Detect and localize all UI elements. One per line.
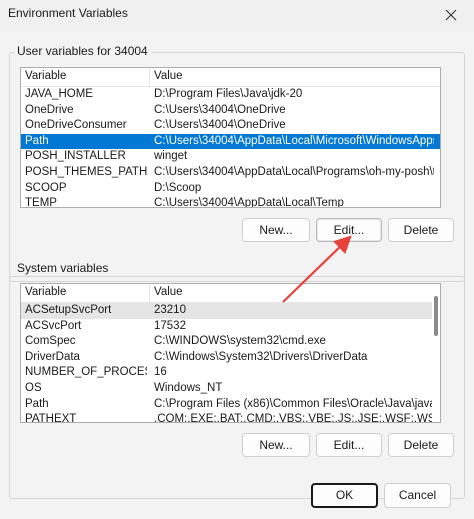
table-row[interactable]: Path C:\Program Files (x86)\Common Files\… (21, 397, 440, 413)
variable-name-cell: ComSpec (25, 335, 76, 348)
variable-name-cell: OneDrive (25, 103, 74, 116)
user-edit-button[interactable]: Edit... (316, 218, 382, 242)
close-icon (445, 9, 457, 21)
system-list-header: Variable Value (21, 284, 440, 303)
variable-name-cell: POSH_THEMES_PATH (25, 166, 147, 178)
system-header-value[interactable]: Value (154, 286, 183, 298)
table-row[interactable]: OS Windows_NT (21, 381, 440, 397)
table-row[interactable]: PATHEXT .COM;.EXE;.BAT;.CMD;.VBS;.VBE;.JS… (21, 412, 440, 423)
variable-value-cell: C:\Users\34004\OneDrive (154, 119, 286, 132)
variable-value-cell: D:\Program Files\Java\jdk-20 (154, 88, 303, 100)
table-row[interactable]: NUMBER_OF_PROCESSORS 16 (21, 365, 440, 381)
title-bar: Environment Variables (0, 0, 474, 30)
ok-button[interactable]: OK (311, 483, 378, 508)
user-variables-label: User variables for 34004 (14, 44, 151, 58)
user-list-header: Variable Value (21, 68, 440, 87)
table-row[interactable]: JAVA_HOME D:\Program Files\Java\jdk-20 (21, 87, 440, 103)
table-row[interactable]: SCOOP D:\Scoop (21, 181, 440, 197)
window-title: Environment Variables (8, 6, 128, 20)
user-header-divider (149, 68, 150, 86)
variable-value-cell: C:\WINDOWS\system32\cmd.exe (154, 335, 326, 348)
table-row[interactable]: TEMP C:\Users\34004\AppData\Local\Temp (21, 196, 440, 208)
system-scroll-thumb[interactable] (434, 296, 438, 336)
system-header-divider (149, 284, 150, 302)
system-variables-label: System variables (14, 261, 112, 275)
user-header-value[interactable]: Value (154, 70, 183, 82)
variable-name-cell: JAVA_HOME (25, 88, 93, 100)
variable-name-cell: SCOOP (25, 181, 67, 194)
table-row[interactable]: ACSetupSvcPort 23210 (21, 303, 440, 319)
table-row[interactable]: DriverData C:\Windows\System32\Drivers\Dr… (21, 350, 440, 366)
user-new-button[interactable]: New... (242, 218, 310, 242)
system-edit-button[interactable]: Edit... (316, 433, 382, 457)
user-delete-button[interactable]: Delete (388, 218, 454, 242)
table-row[interactable]: ACSvcPort 17532 (21, 319, 440, 335)
variable-name-cell: Path (25, 397, 49, 410)
user-variables-list[interactable]: Variable Value JAVA_HOME D:\Program Files… (20, 67, 441, 208)
user-header-variable[interactable]: Variable (25, 70, 66, 82)
table-row[interactable]: ComSpec C:\WINDOWS\system32\cmd.exe (21, 334, 440, 350)
table-row[interactable]: OneDrive C:\Users\34004\OneDrive (21, 103, 440, 119)
dialog-body: User variables for 34004 Variable Value … (0, 30, 474, 519)
system-header-variable[interactable]: Variable (25, 286, 66, 298)
variable-value-cell: C:\Windows\System32\Drivers\DriverData (154, 350, 368, 363)
variable-name-cell: TEMP (25, 197, 57, 208)
variable-name-cell: PATHEXT (25, 413, 77, 423)
variable-name-cell: DriverData (25, 350, 80, 363)
variable-value-cell: Windows_NT (154, 382, 223, 394)
system-list-scrollbar[interactable] (432, 284, 440, 422)
variable-value-cell: C:\Program Files (x86)\Common Files\Orac… (154, 397, 434, 410)
table-row[interactable]: POSH_THEMES_PATH C:\Users\34004\AppData\L… (21, 165, 440, 181)
variable-name-cell: NUMBER_OF_PROCESSORS (25, 366, 147, 379)
variable-value-cell: C:\Users\34004\AppData\Local\Temp (154, 197, 344, 208)
system-variables-list[interactable]: Variable Value ACSetupSvcPort 23210 ACSvcP… (20, 283, 441, 423)
table-row[interactable]: OneDriveConsumer C:\Users\34004\OneDrive (21, 118, 440, 134)
variable-name-cell: OneDriveConsumer (25, 119, 127, 132)
variable-value-cell: winget (154, 150, 188, 163)
variable-name-cell: ACSetupSvcPort (25, 304, 112, 316)
variable-name-cell: POSH_INSTALLER (25, 150, 126, 163)
variable-name-cell: ACSvcPort (25, 319, 82, 332)
variable-value-cell: C:\Users\34004\AppData\Local\Microsoft\W… (154, 134, 434, 147)
system-delete-button[interactable]: Delete (388, 433, 454, 457)
variable-value-cell: .COM;.EXE;.BAT;.CMD;.VBS;.VBE;.JS;.JSE;.… (154, 413, 434, 423)
variable-value-cell: D:\Scoop (154, 181, 202, 194)
variable-value-cell: C:\Users\34004\AppData\Local\Programs\oh… (154, 166, 434, 178)
variable-value-cell: 23210 (154, 304, 186, 316)
system-new-button[interactable]: New... (242, 433, 310, 457)
table-row[interactable]: Path C:\Users\34004\AppData\Local\Microso… (21, 133, 440, 150)
table-row[interactable]: POSH_INSTALLER winget (21, 149, 440, 165)
variable-name-cell: OS (25, 382, 42, 394)
cancel-button[interactable]: Cancel (384, 483, 451, 508)
close-button[interactable] (428, 0, 474, 30)
variable-value-cell: 16 (154, 366, 167, 379)
variable-value-cell: 17532 (154, 319, 186, 332)
variable-value-cell: C:\Users\34004\OneDrive (154, 103, 286, 116)
variable-name-cell: Path (25, 134, 49, 147)
